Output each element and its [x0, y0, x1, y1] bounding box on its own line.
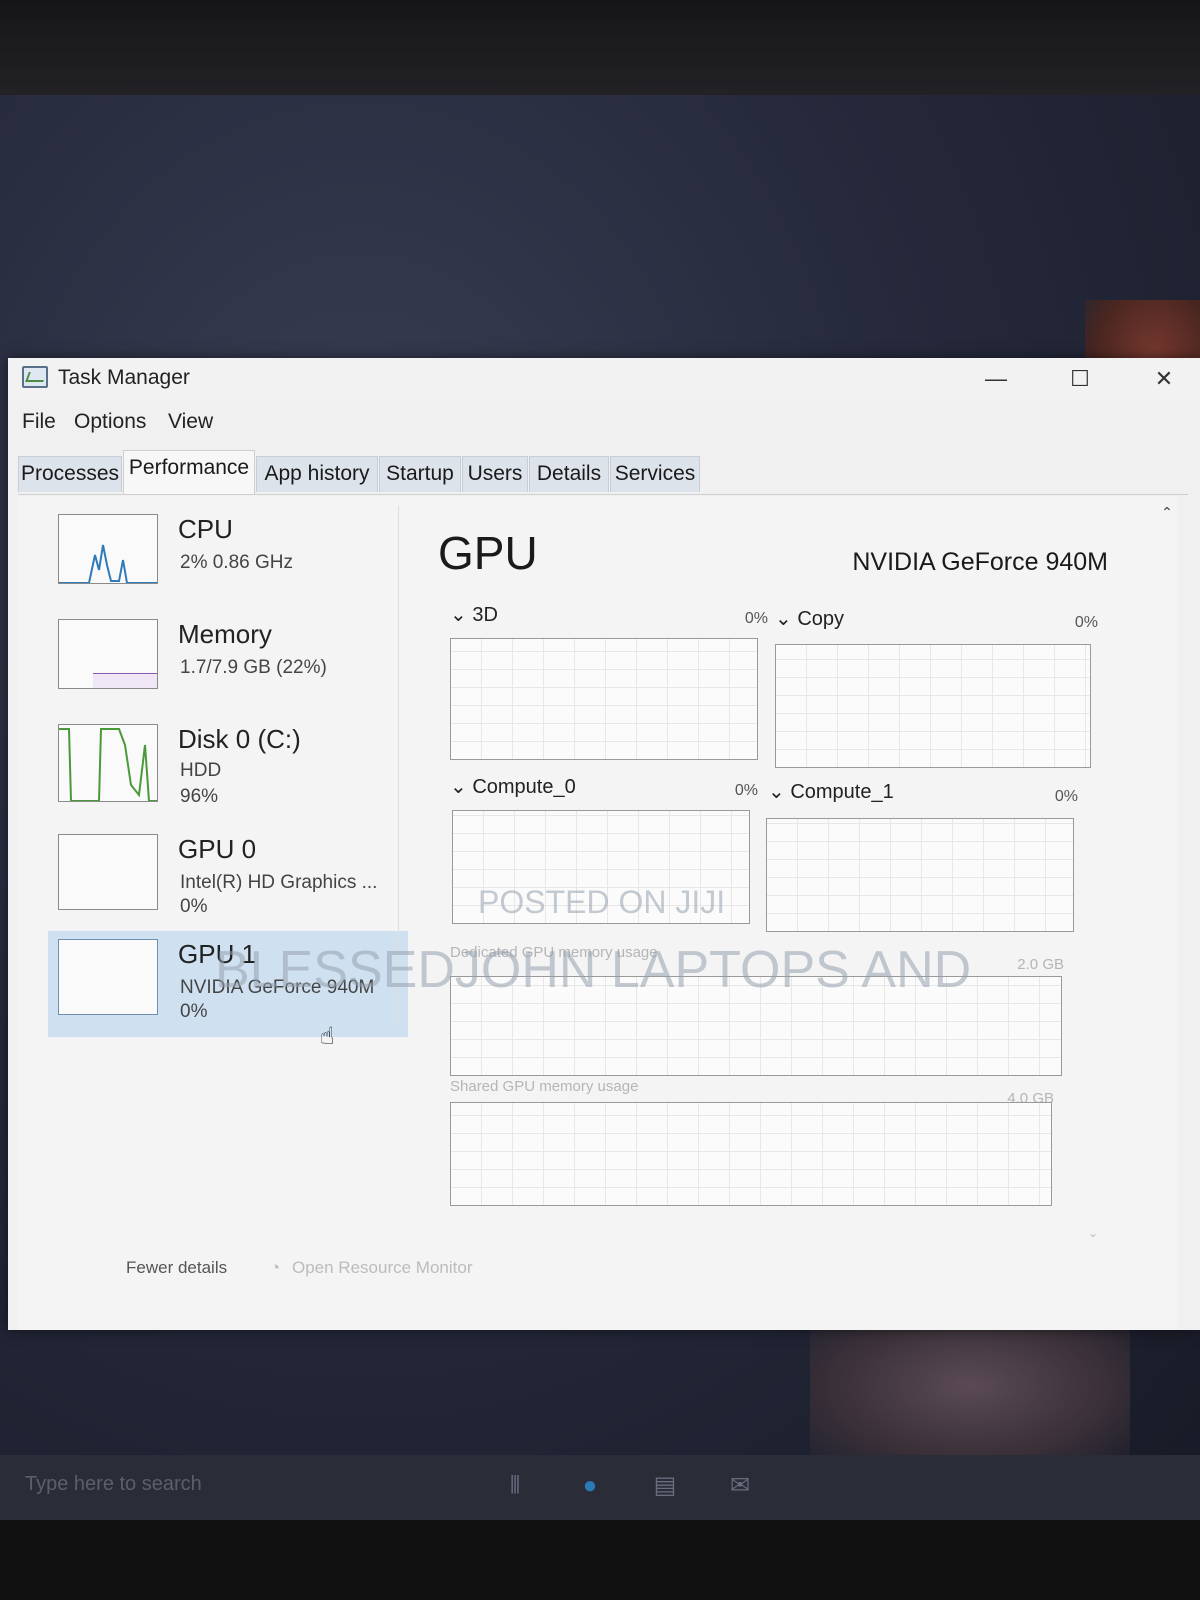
minimize-button[interactable]: — [976, 364, 1016, 394]
engine-compute1-label[interactable]: ⌄ Compute_1 [768, 779, 894, 804]
sidebar-detail-cpu: 2% 0.86 GHz [180, 552, 293, 573]
hand-cursor-icon: ☝ [320, 1023, 335, 1050]
fewer-details-link[interactable]: Fewer details [126, 1258, 227, 1278]
tab-details[interactable]: Details [529, 456, 609, 492]
engine-3d-name: 3D [472, 604, 498, 626]
gpu1-mini-graph [58, 939, 158, 1015]
tab-performance[interactable]: Performance [123, 450, 255, 494]
scroll-down-icon[interactable]: ⌄ [1088, 1226, 1106, 1244]
memory-usage-fill [93, 673, 157, 688]
chevron-down-icon: ⌄ [775, 608, 792, 630]
dedicated-memory-label: Dedicated GPU memory usage [450, 944, 658, 961]
screen-bezel-top [0, 0, 1200, 95]
gpu-device-name: NVIDIA GeForce 940M [852, 548, 1108, 576]
engine-compute0-label[interactable]: ⌄ Compute_0 [450, 774, 576, 799]
taskbar: Type here to search ⫴ ● ▤ ✉ [0, 1455, 1200, 1520]
page-title: GPU [438, 527, 538, 579]
chevron-down-icon: ⌄ [768, 781, 785, 803]
screen-bezel-bottom [0, 1520, 1200, 1600]
performance-panel: CPU 2% 0.86 GHz Memory 1.7/7.9 GB (22%) … [18, 496, 1178, 1330]
cpu-sparkline [59, 544, 157, 583]
open-resource-monitor-link[interactable]: Open Resource Monitor [292, 1258, 472, 1278]
tab-startup[interactable]: Startup [379, 456, 461, 492]
engine-compute0-name: Compute_0 [472, 776, 576, 798]
engine-3d-graph [450, 638, 758, 760]
tab-users[interactable]: Users [462, 456, 528, 492]
panel-divider [398, 506, 399, 1026]
engine-compute1-graph [766, 818, 1074, 932]
sidebar-item-gpu0[interactable]: GPU 0 Intel(R) HD Graphics ... 0% [48, 826, 408, 926]
task-manager-window: Task Manager — ☐ ✕ File Options View Pro… [8, 358, 1200, 1330]
sidebar-title-cpu: CPU [178, 514, 233, 544]
sidebar-detail-gpu1-usage: 0% [180, 1001, 208, 1022]
menu-view[interactable]: View [168, 410, 213, 434]
menu-file[interactable]: File [22, 410, 56, 434]
menu-bar: File Options View [8, 406, 1200, 440]
close-button[interactable]: ✕ [1144, 364, 1184, 394]
tab-processes[interactable]: Processes [18, 456, 122, 492]
resource-monitor-icon: ◔ [270, 1258, 281, 1277]
wallpaper-figure-lower [810, 1330, 1130, 1470]
chevron-down-icon: ⌄ [450, 604, 467, 626]
tab-bar: Processes Performance App history Startu… [18, 450, 1188, 495]
sidebar-item-memory[interactable]: Memory 1.7/7.9 GB (22%) [48, 611, 408, 711]
sidebar-detail-gpu0-name: Intel(R) HD Graphics ... [180, 872, 378, 893]
sidebar-detail-gpu1-name: NVIDIA GeForce 940M [180, 977, 375, 998]
engine-3d-label[interactable]: ⌄ 3D [450, 602, 498, 627]
engine-copy-graph [775, 644, 1091, 768]
sidebar-item-disk[interactable]: Disk 0 (C:) HDD 96% [48, 716, 408, 816]
engine-compute1-name: Compute_1 [790, 781, 894, 803]
gpu0-mini-graph [58, 834, 158, 910]
engine-compute1-value: 0% [1054, 788, 1078, 805]
sidebar-item-cpu[interactable]: CPU 2% 0.86 GHz [48, 506, 408, 606]
resource-sidebar: CPU 2% 0.86 GHz Memory 1.7/7.9 GB (22%) … [48, 506, 408, 1046]
disk-mini-graph [58, 724, 158, 802]
menu-options[interactable]: Options [74, 410, 146, 434]
sidebar-detail-disk-usage: 96% [180, 786, 219, 807]
sidebar-title-gpu0: GPU 0 [178, 834, 257, 864]
task-manager-icon [22, 366, 48, 388]
memory-mini-graph [58, 619, 158, 689]
disk-sparkline [59, 728, 157, 801]
sidebar-detail-disk-type: HDD [180, 760, 222, 781]
chevron-down-icon: ⌄ [450, 776, 467, 798]
engine-copy-label[interactable]: ⌄ Copy [775, 606, 844, 631]
tab-app-history[interactable]: App history [256, 456, 378, 492]
shared-memory-graph [450, 1102, 1052, 1206]
sidebar-title-memory: Memory [178, 619, 272, 649]
sidebar-detail-memory: 1.7/7.9 GB (22%) [180, 657, 327, 678]
dedicated-memory-graph [450, 976, 1062, 1076]
dedicated-memory-max: 2.0 GB [1017, 956, 1064, 973]
sidebar-title-disk: Disk 0 (C:) [178, 724, 301, 754]
task-view-icon[interactable]: ⫴ [500, 1471, 530, 1501]
engine-compute0-value: 0% [734, 782, 758, 799]
file-explorer-icon[interactable]: ▤ [650, 1471, 680, 1501]
engine-3d-value: 0% [744, 610, 768, 627]
sidebar-detail-gpu0-usage: 0% [180, 896, 208, 917]
engine-copy-name: Copy [797, 608, 845, 630]
scroll-up-button[interactable]: ⌃ [1158, 504, 1176, 526]
sidebar-title-gpu1: GPU 1 [178, 939, 257, 969]
engine-compute0-graph [452, 810, 750, 924]
taskbar-search-input[interactable]: Type here to search [25, 1473, 202, 1496]
tab-services[interactable]: Services [610, 456, 700, 492]
mail-icon[interactable]: ✉ [725, 1471, 755, 1501]
edge-icon[interactable]: ● [575, 1471, 605, 1501]
engine-copy-value: 0% [1074, 614, 1098, 631]
title-bar[interactable]: Task Manager — ☐ ✕ [8, 358, 1200, 400]
cpu-mini-graph [58, 514, 158, 584]
maximize-button[interactable]: ☐ [1060, 364, 1100, 394]
window-title: Task Manager [58, 366, 190, 389]
sidebar-item-gpu1[interactable]: GPU 1 NVIDIA GeForce 940M 0% [48, 931, 408, 1037]
shared-memory-label: Shared GPU memory usage [450, 1078, 639, 1095]
